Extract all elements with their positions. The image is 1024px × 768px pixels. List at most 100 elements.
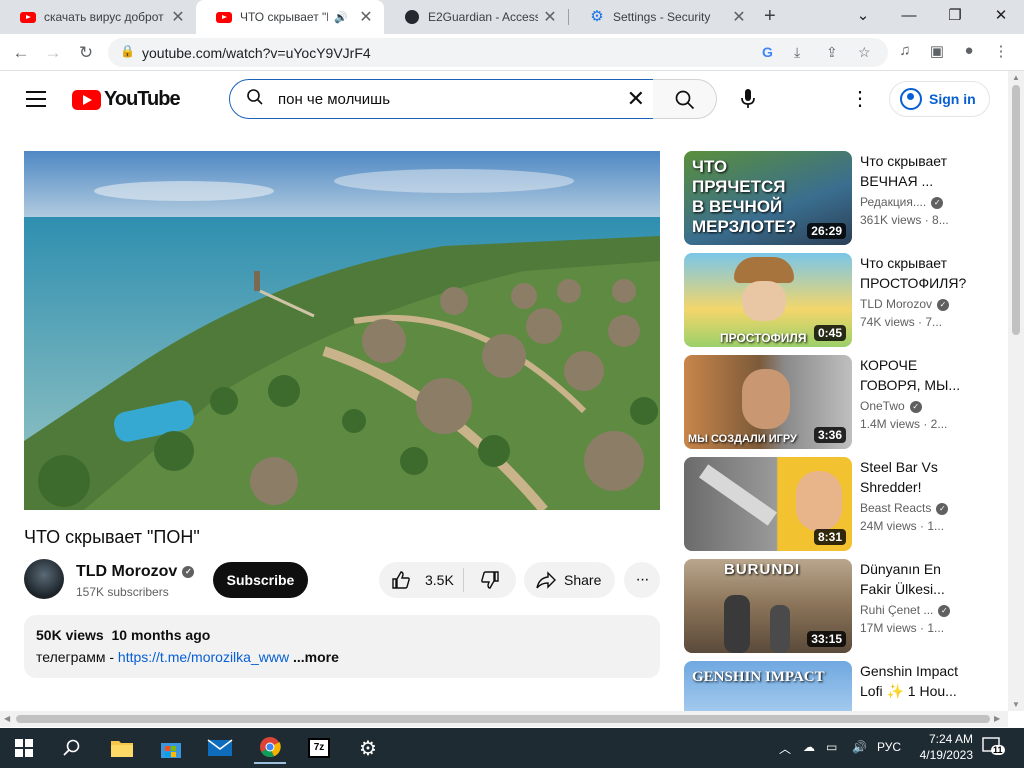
channel-name[interactable]: TLD Morozov ✓ <box>76 563 195 581</box>
tab-title: ЧТО скрывает "ПС <box>240 10 328 24</box>
channel-avatar[interactable] <box>24 559 64 599</box>
scroll-down-arrow-icon[interactable]: ▼ <box>1012 700 1020 709</box>
audio-playing-icon[interactable]: 🔊 <box>334 11 348 24</box>
vertical-scrollbar[interactable]: ▲ ▼ <box>1008 71 1024 711</box>
scrollbar-thumb[interactable] <box>1012 85 1020 335</box>
hamburger-menu-icon[interactable] <box>26 91 46 112</box>
scrollbar-thumb[interactable] <box>16 715 990 723</box>
close-window-button[interactable]: ✕ <box>978 0 1024 30</box>
search-box[interactable]: ✕ <box>229 79 654 119</box>
channel-name[interactable]: Редакция.... ✓ <box>860 195 944 209</box>
microsoft-store-icon[interactable] <box>155 732 187 764</box>
network-icon[interactable]: ▭ <box>826 740 837 754</box>
address-bar[interactable]: 🔒 youtube.com/watch?v=uYocY9VJrF4 G ⤓ ⇪ … <box>108 38 888 67</box>
youtube-icon <box>216 9 232 25</box>
recommendation-item[interactable]: BURUNDI 33:15 Dünyanın En Fakir Ülkesi...… <box>684 559 984 653</box>
like-button[interactable]: 3.5K <box>379 562 463 598</box>
taskbar-search-button[interactable] <box>56 732 88 764</box>
channel-name[interactable]: OneTwo ✓ <box>860 399 922 413</box>
install-icon[interactable]: ⤓ <box>794 44 800 61</box>
video-thumbnail[interactable]: ЧТО ПРЯЧЕТСЯ В ВЕЧНОЙ МЕРЗЛОТЕ? 26:29 <box>684 151 852 245</box>
browser-tab-4[interactable]: ⚙ Settings - Security ✕ <box>569 0 757 34</box>
dislike-button[interactable] <box>464 562 516 598</box>
video-thumbnail[interactable]: GENSHIN IMPACT <box>684 661 852 711</box>
youtube-logo[interactable]: YouTube <box>72 88 181 111</box>
description-box[interactable]: 50K views 10 months ago телеграмм - http… <box>24 615 660 678</box>
video-thumbnail[interactable]: ПРОСТОФИЛЯ 0:45 <box>684 253 852 347</box>
github-icon <box>404 9 420 25</box>
volume-icon[interactable]: 🔊 <box>852 740 867 754</box>
file-explorer-icon[interactable] <box>106 732 138 764</box>
mail-icon[interactable] <box>204 732 236 764</box>
bookmark-star-icon[interactable]: ☆ <box>858 44 871 61</box>
tab-close-icon[interactable]: ✕ <box>542 7 558 27</box>
share-button[interactable]: Share <box>524 562 615 598</box>
clear-search-icon[interactable]: ✕ <box>627 86 645 112</box>
thumbnail-text: ПРОСТОФИЛЯ <box>720 331 807 345</box>
youtube-play-icon <box>72 89 101 110</box>
recommendation-item[interactable]: 8:31 Steel Bar Vs Shredder! Beast Reacts ✓… <box>684 457 984 551</box>
browser-tab-2[interactable]: ЧТО скрывает "ПС 🔊 ✕ <box>196 0 384 34</box>
tab-close-icon[interactable]: ✕ <box>731 7 747 27</box>
forward-button[interactable]: → <box>41 41 65 65</box>
back-button[interactable]: ← <box>9 41 33 65</box>
onedrive-cloud-icon[interactable]: ☁ <box>803 740 815 754</box>
video-thumbnail[interactable]: МЫ СОЗДАЛИ ИГРУ 3:36 <box>684 355 852 449</box>
media-control-icon[interactable]: ♫ <box>894 42 916 59</box>
chrome-icon[interactable] <box>254 732 286 764</box>
show-hidden-icons-chevron-icon[interactable]: ︿ <box>779 740 791 757</box>
settings-gear-icon[interactable]: ⚙ <box>352 732 384 764</box>
like-count: 3.5K <box>425 572 454 588</box>
video-thumbnail[interactable]: 8:31 <box>684 457 852 551</box>
reload-button[interactable]: ↻ <box>74 41 98 65</box>
start-button[interactable] <box>8 732 40 764</box>
scroll-right-arrow-icon[interactable]: ▶ <box>994 714 1000 723</box>
new-tab-button[interactable]: + <box>764 5 776 28</box>
tab-search-chevron-icon[interactable]: ⌄ <box>840 0 886 30</box>
channel-name[interactable]: Ruhi Çenet ... ✓ <box>860 603 951 617</box>
sign-in-button[interactable]: Sign in <box>889 81 990 117</box>
share-icon[interactable]: ⇪ <box>826 44 838 61</box>
tab-close-icon[interactable]: ✕ <box>170 7 186 27</box>
more-actions-button[interactable]: ··· <box>624 562 660 598</box>
notification-center-button[interactable]: 11 <box>982 737 1005 759</box>
verified-check-icon: ✓ <box>182 565 195 578</box>
minimize-button[interactable]: — <box>886 0 932 30</box>
system-clock[interactable]: 7:24 AM 4/19/2023 <box>913 731 973 763</box>
subscribe-button[interactable]: Subscribe <box>213 562 308 598</box>
search-input[interactable] <box>278 88 618 110</box>
channel-name[interactable]: Beast Reacts ✓ <box>860 501 949 515</box>
recommendation-item[interactable]: GENSHIN IMPACT Genshin Impact Lofi ✨ 1 Ho… <box>684 661 984 711</box>
view-count: 361K views · 8... <box>860 213 949 227</box>
scroll-left-arrow-icon[interactable]: ◀ <box>4 714 10 723</box>
browser-tab-1[interactable]: скачать вирус доброт ✕ <box>0 0 196 34</box>
video-title: ЧТО скрывает "ПОН" <box>24 527 200 547</box>
side-panel-icon[interactable]: ▣ <box>926 42 948 60</box>
video-duration: 3:36 <box>813 427 846 443</box>
google-translate-icon[interactable]: G <box>762 44 773 60</box>
recommendation-item[interactable]: ПРОСТОФИЛЯ 0:45 Что скрывает ПРОСТОФИЛЯ? … <box>684 253 984 347</box>
recommendation-item[interactable]: МЫ СОЗДАЛИ ИГРУ 3:36 КОРОЧЕ ГОВОРЯ, МЫ...… <box>684 355 984 449</box>
lock-icon[interactable]: 🔒 <box>120 44 135 58</box>
gear-icon: ⚙ <box>590 8 604 25</box>
video-duration: 33:15 <box>807 631 846 647</box>
7zip-icon[interactable]: 7z <box>303 732 335 764</box>
show-more-link[interactable]: ...more <box>293 649 339 665</box>
telegram-link[interactable]: https://t.me/morozilka_www <box>118 649 289 665</box>
profile-icon[interactable]: ● <box>958 42 980 59</box>
restore-button[interactable]: ❐ <box>932 0 978 30</box>
recommendation-item[interactable]: ЧТО ПРЯЧЕТСЯ В ВЕЧНОЙ МЕРЗЛОТЕ? 26:29 Чт… <box>684 151 984 245</box>
browser-tab-3[interactable]: E2Guardian - Access D ✕ <box>384 0 568 34</box>
youtube-icon <box>20 9 36 25</box>
video-thumbnail[interactable]: BURUNDI 33:15 <box>684 559 852 653</box>
horizontal-scrollbar[interactable]: ◀ ▶ <box>0 711 1008 727</box>
video-player[interactable] <box>24 151 660 510</box>
channel-name[interactable]: TLD Morozov ✓ <box>860 297 950 311</box>
settings-menu-icon[interactable]: ⋮ <box>846 85 874 113</box>
tab-close-icon[interactable]: ✕ <box>358 7 374 27</box>
voice-search-button[interactable] <box>728 79 768 119</box>
language-indicator[interactable]: РУС <box>877 740 901 754</box>
chrome-menu-icon[interactable]: ⋮ <box>990 42 1012 60</box>
search-button[interactable] <box>653 79 717 119</box>
scroll-up-arrow-icon[interactable]: ▲ <box>1012 73 1020 82</box>
